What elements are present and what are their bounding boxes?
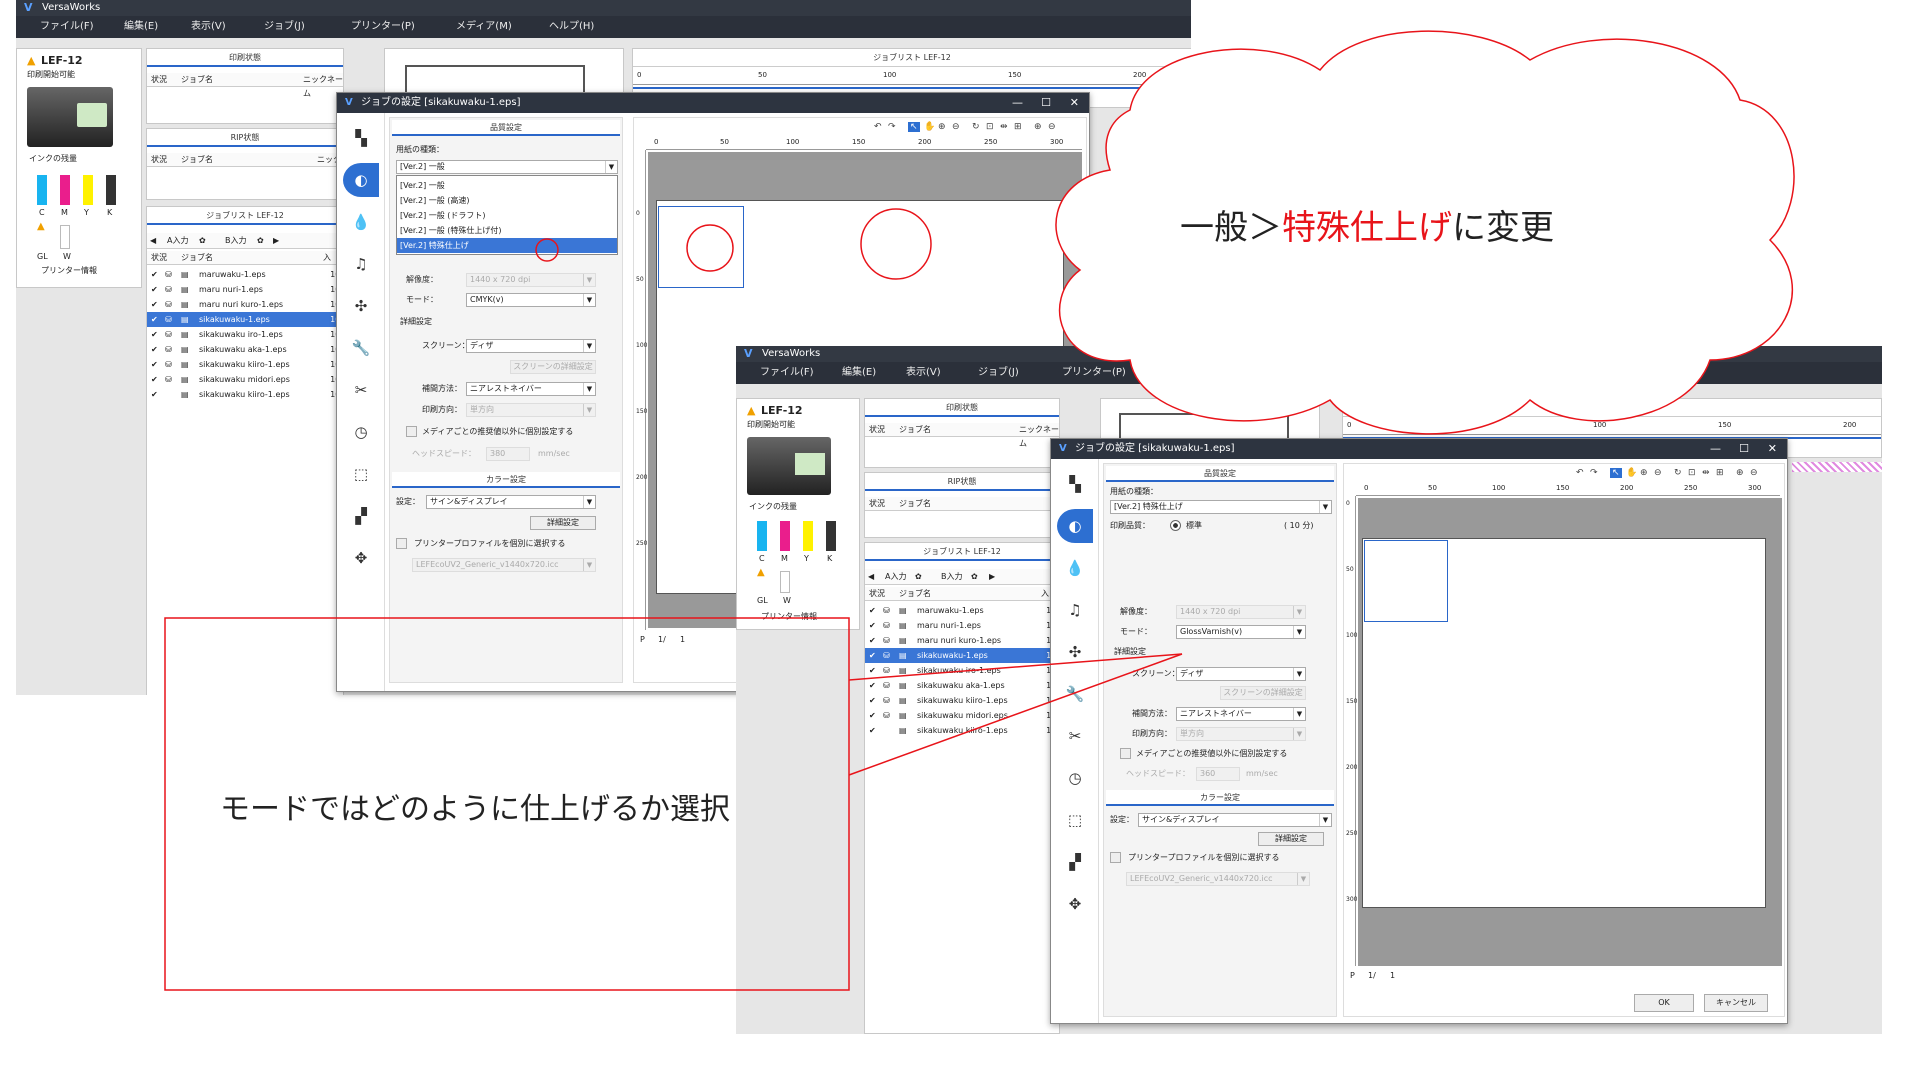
cloud-text-highlight: 特殊仕上げ (1282, 208, 1452, 248)
callout-leader-1 (848, 653, 1183, 681)
cloud-text-suffix: に変更 (1452, 208, 1554, 248)
cloud-callout-text: 一般＞特殊仕上げに変更 (1180, 200, 1680, 249)
cloud-text-prefix: 一般＞ (1180, 208, 1282, 248)
callout-box-text: モードではどのように仕上げるか選択 (220, 792, 730, 827)
thumbnail-highlight-circle-small (686, 224, 734, 272)
thumbnail-highlight-circle-large (860, 208, 932, 280)
callout-leader-2 (848, 653, 1183, 776)
media-option-highlight-circle (535, 238, 559, 262)
annotation-overlay (164, 30, 1795, 991)
